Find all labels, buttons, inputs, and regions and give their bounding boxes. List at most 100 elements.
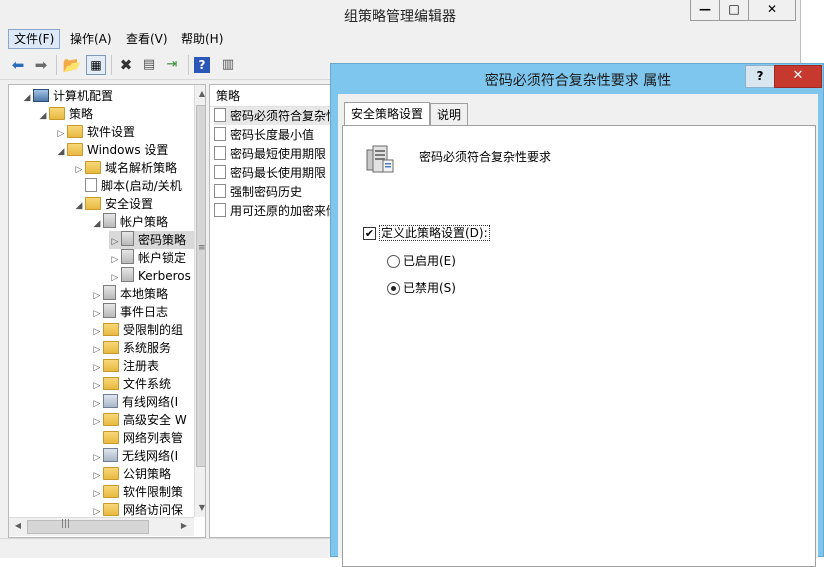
window-title: 组策略管理编辑器 [344, 9, 456, 25]
delete-icon[interactable]: ✖ [116, 55, 136, 75]
wireless-icon [103, 448, 118, 462]
tree-node-wired-network[interactable]: ▷ 有线网络(I [91, 393, 178, 411]
tree-node-account-policies[interactable]: ◢ 帐户策略 [91, 213, 168, 231]
collapse-arrow-icon[interactable]: ◢ [55, 143, 67, 161]
tree-horizontal-thumb[interactable] [27, 520, 149, 534]
tree-node-file-system[interactable]: ▷ 文件系统 [91, 375, 171, 393]
disabled-radio[interactable] [387, 282, 400, 295]
policy-icon [121, 249, 134, 264]
policy-icon [103, 213, 116, 228]
tree-vertical-thumb[interactable] [196, 105, 205, 467]
folder-icon [103, 503, 119, 516]
folder-icon [85, 161, 101, 174]
up-folder-icon[interactable]: 📂 [62, 55, 82, 75]
tree-node-software-settings[interactable]: ▷ 软件设置 [55, 123, 135, 141]
policy-icon [121, 231, 134, 246]
policy-setting-icon [214, 203, 226, 217]
tree-node-event-log[interactable]: ▷ 事件日志 [91, 303, 168, 321]
tree-node-advanced-firewall[interactable]: ▷ 高级安全 W [91, 411, 187, 429]
folder-icon [49, 107, 65, 120]
menu-view[interactable]: 查看(V) [121, 30, 173, 48]
properties-icon[interactable]: ▤ [139, 55, 159, 75]
folder-icon [103, 431, 119, 444]
collapse-arrow-icon[interactable]: ◢ [21, 89, 33, 107]
menu-file[interactable]: 文件(F) [8, 29, 61, 49]
column-header-policy[interactable]: 策略 [210, 85, 331, 107]
toolbar-separator [56, 55, 57, 75]
tree-node-security-settings[interactable]: ◢ 安全设置 [73, 195, 153, 213]
tab-panel: 密码必须符合复杂性要求 ✔ 定义此策略设置(D): 已启用(E) 已禁用(S) [342, 125, 816, 567]
tab-explain[interactable]: 说明 [430, 103, 469, 126]
enabled-label[interactable]: 已启用(E) [403, 252, 456, 269]
tree-node-scripts[interactable]: 脚本(启动/关机 [73, 177, 182, 195]
menu-action[interactable]: 操作(A) [65, 30, 117, 48]
forward-arrow-icon[interactable]: ➡ [31, 55, 51, 75]
tree-node-policies[interactable]: ◢ 策略 [37, 105, 93, 123]
minimize-button[interactable]: — [690, 0, 720, 21]
list-item[interactable]: 用可还原的加密来储 [214, 202, 331, 220]
list-item[interactable]: 密码最长使用期限 [214, 164, 326, 182]
security-folder-icon [103, 323, 119, 336]
grip-icon: ≡ [198, 243, 206, 253]
title-bar: 组策略管理编辑器 — □ ✕ [0, 0, 800, 28]
scroll-right-icon[interactable]: ▶ [177, 519, 191, 533]
security-folder-icon [85, 197, 101, 210]
disabled-label[interactable]: 已禁用(S) [403, 279, 456, 296]
close-button[interactable]: ✕ [748, 0, 796, 21]
maximize-button[interactable]: □ [719, 0, 749, 21]
list-item[interactable]: 强制密码历史 [214, 183, 302, 201]
tree-node-network-list[interactable]: 网络列表管 [91, 429, 183, 447]
collapse-arrow-icon[interactable]: ◢ [91, 215, 103, 233]
tree-node-registry[interactable]: ▷ 注册表 [91, 357, 159, 375]
dialog-help-button[interactable]: ? [745, 65, 775, 88]
policy-name: 密码必须符合复杂性要求 [419, 150, 552, 164]
help-icon[interactable]: ? [194, 57, 210, 73]
tree-node-dns-policy[interactable]: ▷ 域名解析策略 [73, 159, 177, 177]
dialog-close-button[interactable]: ✕ [774, 65, 822, 88]
tab-security-policy-setting[interactable]: 安全策略设置 [344, 102, 431, 126]
export-list-icon[interactable]: ⇥ [162, 55, 182, 75]
menu-help[interactable]: 帮助(H) [176, 30, 228, 48]
tree-node-system-services[interactable]: ▷ 系统服务 [91, 339, 171, 357]
scroll-left-icon[interactable]: ◀ [11, 519, 25, 533]
list-item[interactable]: 密码最短使用期限 [214, 145, 326, 163]
define-policy-checkbox[interactable]: ✔ [363, 227, 376, 240]
grip-icon: ||| [61, 519, 71, 529]
folder-icon [67, 143, 83, 156]
radio-selected-dot [391, 286, 396, 291]
policy-icon [121, 267, 134, 282]
tree-node-software-restriction[interactable]: ▷ 软件限制策 [91, 483, 183, 501]
tree-node-password-policy[interactable]: ▷ 密码策略 [109, 231, 197, 249]
security-folder-icon [103, 377, 119, 390]
folder-icon [103, 485, 119, 498]
scroll-up-icon[interactable]: ▲ [195, 87, 205, 101]
security-folder-icon [103, 359, 119, 372]
view-icon[interactable]: ▥ [218, 55, 238, 75]
tree-node-windows-settings[interactable]: ◢ Windows 设置 [55, 141, 168, 159]
tree-node-public-key[interactable]: ▷ 公钥策略 [91, 465, 171, 483]
collapse-arrow-icon[interactable]: ◢ [73, 197, 85, 215]
list-item[interactable]: 密码长度最小值 [214, 126, 314, 144]
define-policy-label[interactable]: 定义此策略设置(D): [379, 224, 490, 241]
collapse-arrow-icon[interactable]: ◢ [37, 107, 49, 125]
tree-node-computer-config[interactable]: ◢ 计算机配置 [21, 87, 113, 105]
show-hide-tree-icon[interactable]: ▦ [86, 55, 106, 75]
tree-node-kerberos[interactable]: ▷ Kerberos [109, 267, 191, 285]
tree-node-wireless-network[interactable]: ▷ 无线网络(I [91, 447, 178, 465]
policy-setting-icon [214, 146, 226, 160]
tree-node-local-policies[interactable]: ▷ 本地策略 [91, 285, 168, 303]
network-icon [103, 394, 118, 408]
folder-icon [103, 467, 119, 480]
tree-node-restricted-groups[interactable]: ▷ 受限制的组 [91, 321, 183, 339]
tree-node-account-lockout[interactable]: ▷ 帐户锁定 [109, 249, 186, 267]
scroll-down-icon[interactable]: ▼ [195, 501, 205, 515]
folder-icon [67, 125, 83, 138]
policy-setting-icon [214, 165, 226, 179]
properties-dialog: 密码必须符合复杂性要求 属性 ? ✕ 安全策略设置 说明 密码必须符合复杂性要求… [330, 63, 824, 567]
back-arrow-icon[interactable]: ⬅ [8, 55, 28, 75]
list-item[interactable]: 密码必须符合复杂性 [214, 107, 331, 125]
policy-setting-icon [214, 127, 226, 141]
toolbar-separator [111, 55, 112, 75]
tree-pane: ◢ 计算机配置 ◢ 策略 ▷ 软件设置 ◢ Windows 设置 ▷ 域名解析策略 脚本(… [8, 84, 206, 538]
enabled-radio[interactable] [387, 255, 400, 268]
